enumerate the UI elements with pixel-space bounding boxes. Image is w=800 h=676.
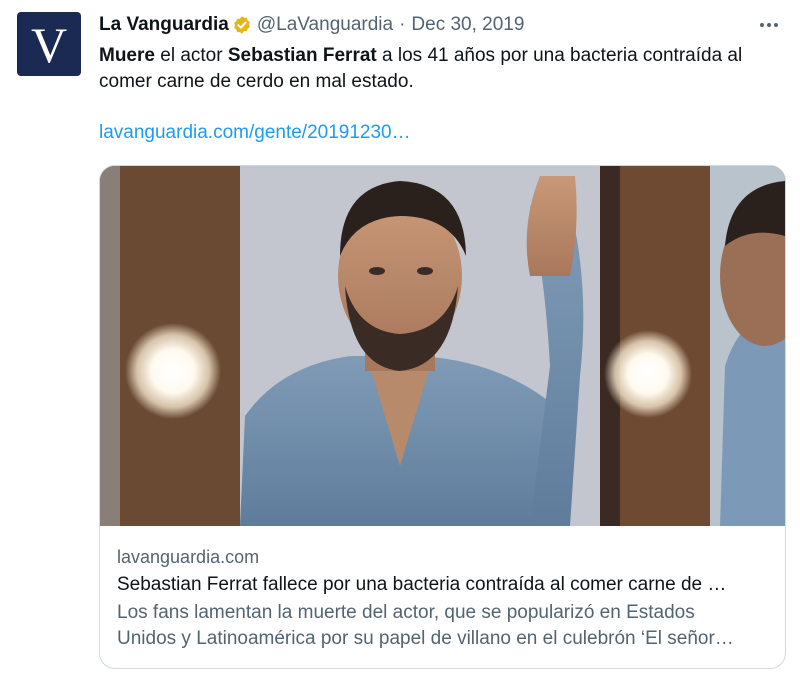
card-image[interactable] <box>100 166 785 526</box>
tweet-text-part-1: el actor <box>154 45 228 66</box>
tweet-header: La Vanguardia @LaVanguardia · Dec 30, 20… <box>99 12 780 38</box>
tweet-text: Muere el actor Sebastian Ferrat a los 41… <box>99 43 789 95</box>
tweet-link[interactable]: lavanguardia.com/gente/20191230… <box>99 120 411 146</box>
card-description-line-2: Unidos y Latinoamérica por su papel de v… <box>117 628 734 649</box>
account-avatar[interactable]: V <box>17 12 81 76</box>
avatar-letter: V <box>30 17 68 73</box>
account-name[interactable]: La Vanguardia <box>99 14 229 36</box>
tweet-date[interactable]: Dec 30, 2019 <box>411 14 524 36</box>
account-handle[interactable]: @LaVanguardia <box>257 14 393 36</box>
card-description: Los fans lamentan la muerte del actor, q… <box>117 600 771 652</box>
card-photo <box>100 166 785 526</box>
tweet-text-bold-2: Sebastian Ferrat <box>227 45 377 66</box>
header-separator: · <box>399 14 406 35</box>
verified-badge-icon <box>232 15 252 35</box>
card-domain: lavanguardia.com <box>117 547 260 567</box>
card-meta: lavanguardia.com Sebastian Ferrat fallec… <box>117 545 771 652</box>
link-preview-card[interactable]: lavanguardia.com Sebastian Ferrat fallec… <box>99 165 786 669</box>
tweet-text-bold-1: Muere <box>99 45 155 66</box>
card-description-line-1: Los fans lamentan la muerte del actor, q… <box>117 602 695 623</box>
card-title[interactable]: Sebastian Ferrat fallece por una bacteri… <box>117 572 771 598</box>
more-options-icon[interactable] <box>758 12 780 38</box>
